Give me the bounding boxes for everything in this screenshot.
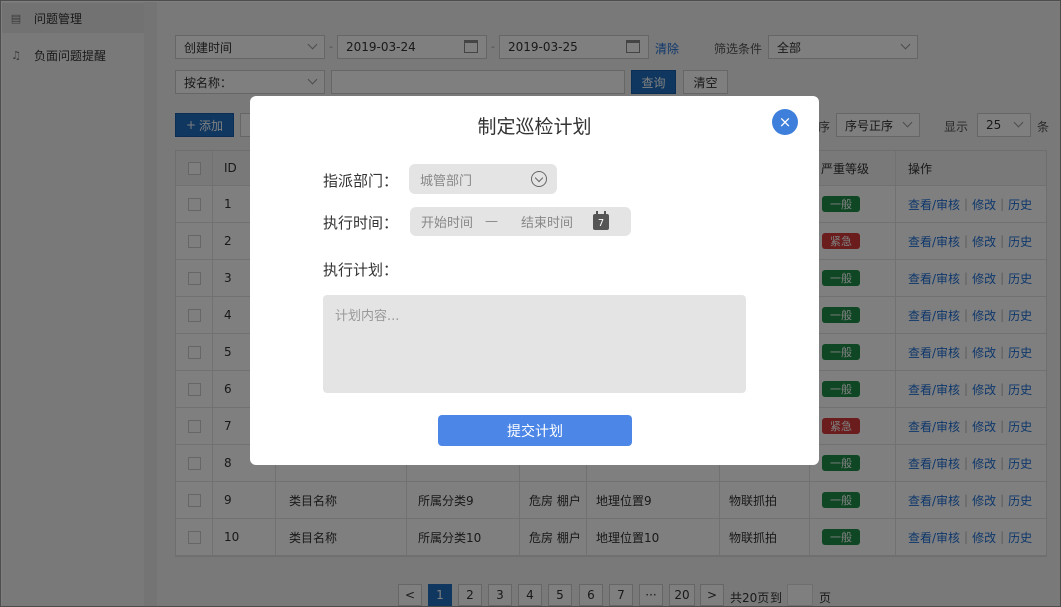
dialog-title: 制定巡检计划 [477,116,592,138]
time-label: 执行时间： [323,214,399,232]
end-time-input[interactable]: 结束时间 [521,212,573,231]
range-dash: — [485,214,498,229]
plan-textarea[interactable]: 计划内容... [323,295,746,393]
dept-label: 指派部门： [323,172,399,190]
time-range-input[interactable]: 开始时间 — 结束时间 7 [410,207,631,236]
submit-plan-button[interactable]: 提交计划 [438,415,632,446]
dept-select[interactable]: 城管部门 [409,164,557,194]
chevron-down-circle-icon [531,171,547,187]
close-icon[interactable]: × [772,109,798,135]
plan-label: 执行计划： [323,261,399,279]
calendar-icon[interactable]: 7 [593,211,609,230]
start-time-input[interactable]: 开始时间 [421,212,473,231]
inspection-plan-dialog: 制定巡检计划 × 指派部门： 城管部门 执行时间： 开始时间 — 结束时间 7 … [250,96,819,465]
dept-value: 城管部门 [420,173,473,189]
